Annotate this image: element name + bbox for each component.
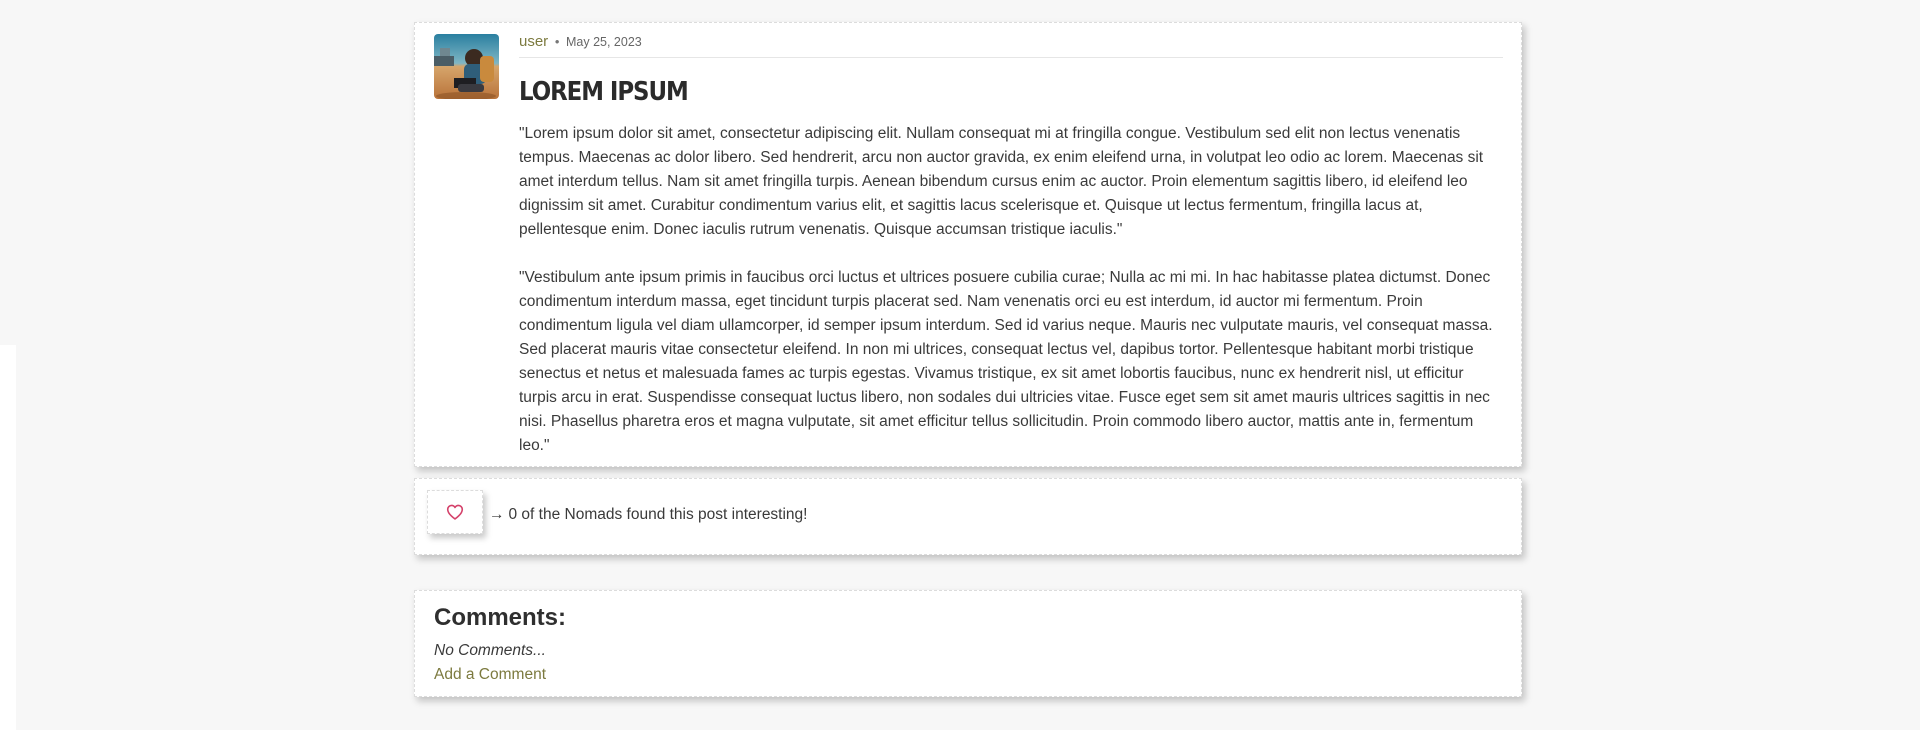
no-comments-text: No Comments... [434,642,546,659]
post-paragraph: "Lorem ipsum dolor sit amet, consectetur… [519,125,1484,238]
comments-heading: Comments: [434,604,567,631]
heart-icon [446,504,464,520]
post-paragraph: "Vestibulum ante ipsum primis in faucibu… [519,269,1493,454]
like-count-label: 0 of the Nomads found this post interest… [508,506,808,523]
add-comment-link[interactable]: Add a Comment [434,665,546,685]
post-meta: user • May 25, 2023 [519,33,1503,58]
left-edge-strip-top [0,0,16,345]
like-card: → 0 of the Nomads found this post interes… [414,478,1522,555]
post-title: LOREM IPSUM [519,77,689,107]
author-link[interactable]: user [519,33,548,50]
comments-card: Comments: No Comments... Add a Comment [414,590,1522,697]
like-button[interactable] [427,490,483,534]
like-count-text: → 0 of the Nomads found this post interes… [489,505,807,525]
meta-separator: • [554,34,560,49]
avatar-image [434,34,499,99]
page: user • May 25, 2023 LOREM IPSUM "Lorem i… [0,0,1920,730]
arrow-icon: → [489,506,505,523]
avatar[interactable] [434,34,499,99]
post-date: May 25, 2023 [566,35,642,49]
post-card: user • May 25, 2023 LOREM IPSUM "Lorem i… [414,22,1522,467]
post-content: user • May 25, 2023 LOREM IPSUM "Lorem i… [519,33,1503,482]
